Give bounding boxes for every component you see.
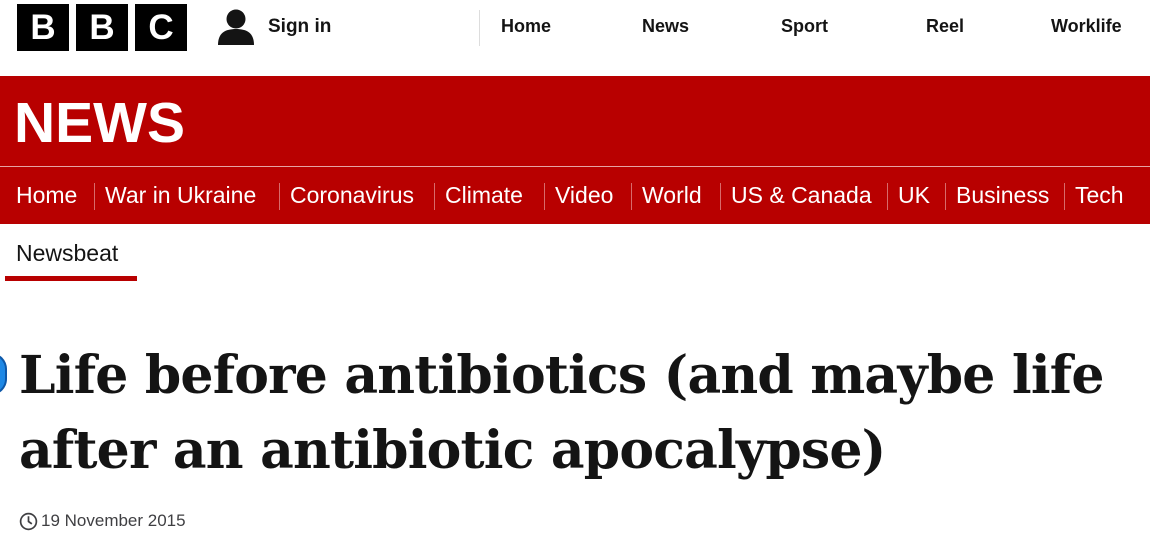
section-separator xyxy=(887,183,888,210)
section-separator xyxy=(434,183,435,210)
section-coronavirus[interactable]: Coronavirus xyxy=(290,182,414,209)
sign-in-label: Sign in xyxy=(268,16,332,37)
section-world[interactable]: World xyxy=(642,182,702,209)
section-uk[interactable]: UK xyxy=(898,182,930,209)
section-climate[interactable]: Climate xyxy=(445,182,523,209)
section-nav: Home War in Ukraine Coronavirus Climate … xyxy=(0,167,1150,224)
topnav-sport[interactable]: Sport xyxy=(781,16,828,37)
topnav-reel[interactable]: Reel xyxy=(926,16,964,37)
news-wordmark[interactable]: NEWS xyxy=(14,90,185,156)
clock-icon xyxy=(19,512,38,530)
news-banner: NEWS xyxy=(0,76,1150,166)
topnav-worklife[interactable]: Worklife xyxy=(1051,16,1122,37)
section-separator xyxy=(1064,183,1065,210)
section-us-canada[interactable]: US & Canada xyxy=(731,182,872,209)
section-home[interactable]: Home xyxy=(16,182,77,209)
bbc-logo[interactable]: B B C xyxy=(17,4,187,51)
global-header: B B C Sign in Home News Sport Reel Workl… xyxy=(0,0,1150,56)
section-separator xyxy=(720,183,721,210)
section-separator xyxy=(945,183,946,210)
section-tech[interactable]: Tech xyxy=(1075,182,1124,209)
subnav-newsbeat[interactable]: Newsbeat xyxy=(16,240,118,267)
article-headline: Life before antibiotics (and maybe life … xyxy=(19,345,1104,481)
section-war-in-ukraine[interactable]: War in Ukraine xyxy=(105,182,256,209)
header-divider xyxy=(479,10,480,46)
edge-tab-icon[interactable] xyxy=(0,353,7,395)
topnav-news[interactable]: News xyxy=(642,16,689,37)
section-video[interactable]: Video xyxy=(555,182,613,209)
topnav-home[interactable]: Home xyxy=(501,16,551,37)
section-separator xyxy=(94,183,95,210)
subnav-active-indicator xyxy=(5,276,137,281)
user-icon xyxy=(218,9,254,45)
bbc-logo-block: C xyxy=(135,4,187,51)
article-date: 19 November 2015 xyxy=(19,511,186,531)
bbc-logo-block: B xyxy=(17,4,69,51)
section-separator xyxy=(544,183,545,210)
sign-in-link[interactable]: Sign in xyxy=(216,8,331,46)
section-separator xyxy=(631,183,632,210)
article-date-text: 19 November 2015 xyxy=(41,511,186,530)
section-separator xyxy=(279,183,280,210)
section-business[interactable]: Business xyxy=(956,182,1049,209)
bbc-logo-block: B xyxy=(76,4,128,51)
